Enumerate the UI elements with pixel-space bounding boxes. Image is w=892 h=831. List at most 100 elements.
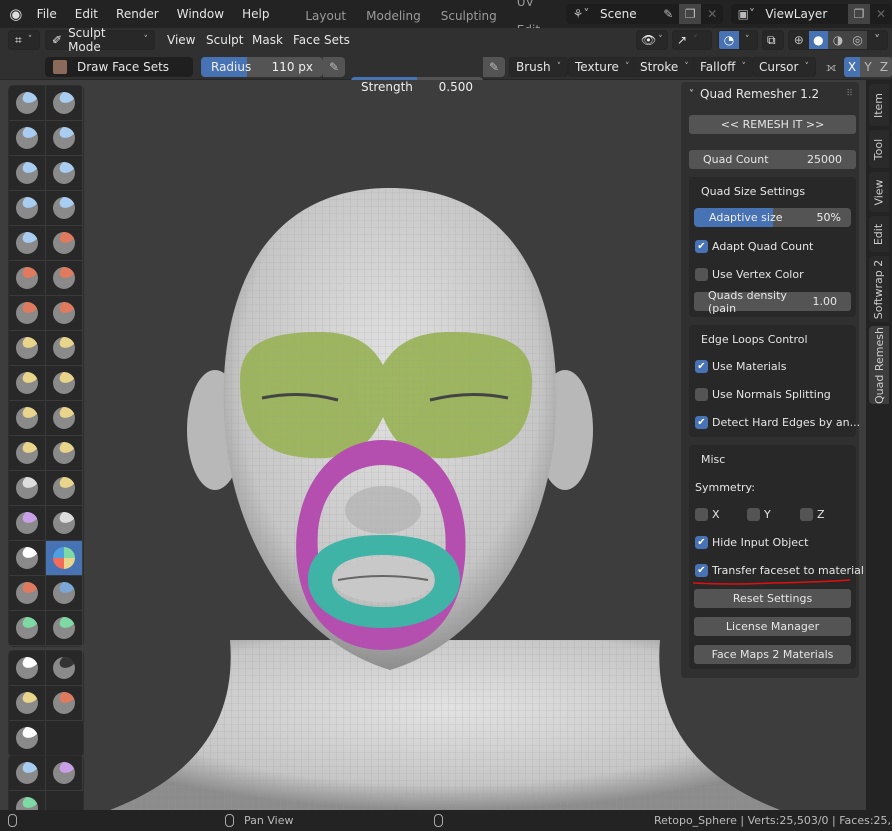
wireframe-shading-icon[interactable]: ⊕ xyxy=(789,31,809,49)
remesh-it-button[interactable]: << REMESH IT >> xyxy=(689,115,856,134)
transfer-faceset-checkbox[interactable]: ✔ Transfer faceset to material xyxy=(695,564,864,577)
scene-icon[interactable]: ⚘˅ xyxy=(566,4,596,24)
tool-layer[interactable] xyxy=(46,156,83,191)
3d-viewport[interactable]: ˅ Quad Remesher 1.2 ⠿ << REMESH IT >> Qu… xyxy=(0,80,892,810)
tool-flatten[interactable] xyxy=(9,261,46,296)
editor-type-button[interactable]: ⌗ ˅ xyxy=(8,30,40,50)
view-layer-name[interactable]: ViewLayer xyxy=(761,7,848,21)
tool-fill[interactable] xyxy=(46,261,83,296)
workspace-tab-sculpting[interactable]: Sculpting xyxy=(431,2,507,30)
tool-blob[interactable] xyxy=(46,191,83,226)
checkbox-checked-icon[interactable]: ✔ xyxy=(695,360,708,373)
menu-face-sets[interactable]: Face Sets xyxy=(284,26,359,54)
tool-box-mask[interactable] xyxy=(9,651,46,686)
solid-shading-icon[interactable]: ● xyxy=(808,31,829,49)
tool-clay[interactable] xyxy=(9,121,46,156)
scene-name[interactable]: Scene xyxy=(596,7,657,21)
checkbox-checked-icon[interactable]: ✔ xyxy=(695,416,708,429)
symmetry-x-checkbox[interactable]: X xyxy=(695,508,720,521)
texture-dropdown[interactable]: Texture ˅ xyxy=(568,57,637,77)
cursor-dropdown[interactable]: Cursor ˅ xyxy=(752,57,816,77)
mode-selector[interactable]: ✐ Sculpt Mode ˅ xyxy=(45,26,155,54)
strength-pressure-icon[interactable]: ✎ xyxy=(483,57,505,77)
tool-mask[interactable] xyxy=(9,541,46,576)
hide-input-object-checkbox[interactable]: ✔ Hide Input Object xyxy=(695,536,808,549)
tool-elastic-deform[interactable] xyxy=(9,366,46,401)
adaptive-size-slider[interactable]: Adaptive size 50% xyxy=(694,208,851,227)
tool-cloth-filter[interactable] xyxy=(46,756,83,791)
shading-options-icon[interactable]: ˅ xyxy=(867,31,887,49)
tool-mesh-filter[interactable] xyxy=(9,756,46,791)
collapse-chevron-icon[interactable]: ˅ xyxy=(689,89,694,100)
axis-y-toggle[interactable]: Y xyxy=(860,57,876,77)
tool-draw[interactable] xyxy=(9,86,46,121)
gizmo-button[interactable]: ↗ ˅ xyxy=(672,30,712,50)
menu-edit[interactable]: Edit xyxy=(66,0,107,28)
radius-pressure-icon[interactable]: ✎ xyxy=(323,57,345,77)
tool-pose[interactable] xyxy=(46,401,83,436)
tool-lasso-mask[interactable] xyxy=(46,651,83,686)
new-scene-icon[interactable]: ❐ xyxy=(679,4,702,24)
view-layer-selector[interactable]: ▣˅ ViewLayer ❐ ✕ xyxy=(731,4,892,24)
use-materials-checkbox[interactable]: ✔ Use Materials xyxy=(695,360,786,373)
symmetry-z-checkbox[interactable]: Z xyxy=(800,508,825,521)
tool-slide-relax[interactable] xyxy=(9,471,46,506)
use-normals-splitting-checkbox[interactable]: Use Normals Splitting xyxy=(695,388,831,401)
tool-clay-strips[interactable] xyxy=(46,121,83,156)
rendered-shading-icon[interactable]: ◎ xyxy=(847,31,868,49)
close-scene-icon[interactable]: ✕ xyxy=(701,4,723,24)
radius-slider[interactable]: Radius 110 px xyxy=(201,57,323,77)
pin-icon[interactable]: ✎ xyxy=(657,4,679,24)
panel-header[interactable]: ˅ Quad Remesher 1.2 ⠿ xyxy=(681,82,859,106)
tool-draw-face-sets[interactable] xyxy=(46,541,83,576)
tool-box-trim[interactable] xyxy=(46,686,83,721)
tool-multires-displacement-smear[interactable] xyxy=(46,576,83,611)
tool-box-face-set[interactable] xyxy=(9,686,46,721)
tool-cloth[interactable] xyxy=(9,506,46,541)
tool-simplify[interactable] xyxy=(46,506,83,541)
tool-thumb[interactable] xyxy=(9,401,46,436)
checkbox-checked-icon[interactable]: ✔ xyxy=(695,564,708,577)
sidebar-tab-edit[interactable]: Edit xyxy=(869,216,889,252)
tool-crease[interactable] xyxy=(9,226,46,261)
xray-button[interactable]: ⧉ xyxy=(762,30,784,50)
tool-nudge[interactable] xyxy=(9,436,46,471)
overlay-button[interactable]: ◔ ˅ xyxy=(718,30,758,50)
material-shading-icon[interactable]: ◑ xyxy=(828,31,848,49)
menu-window[interactable]: Window xyxy=(168,0,233,28)
drag-handle-icon[interactable]: ⠿ xyxy=(846,89,853,99)
license-manager-button[interactable]: License Manager xyxy=(694,617,851,636)
workspace-tab-modeling[interactable]: Modeling xyxy=(356,2,431,30)
axis-x-toggle[interactable]: X xyxy=(844,57,860,77)
quads-density-field[interactable]: Quads density (pain 1.00 xyxy=(694,289,851,315)
tool-inflate[interactable] xyxy=(9,191,46,226)
checkbox-unchecked-icon[interactable] xyxy=(695,508,708,521)
tool-smooth[interactable] xyxy=(46,226,83,261)
tool-rotate[interactable] xyxy=(46,436,83,471)
view-layer-icon[interactable]: ▣˅ xyxy=(731,4,761,24)
overlay-icon[interactable]: ◔ xyxy=(719,31,739,49)
brush-dropdown[interactable]: Brush ˅ xyxy=(509,57,569,77)
visibility-button[interactable]: 👁 ˅ xyxy=(636,30,668,50)
falloff-dropdown[interactable]: Falloff ˅ xyxy=(693,57,753,77)
detect-hard-edges-checkbox[interactable]: ✔ Detect Hard Edges by an... xyxy=(695,416,860,429)
tool-pinch[interactable] xyxy=(9,331,46,366)
checkbox-unchecked-icon[interactable] xyxy=(747,508,760,521)
tool-draw-sharp[interactable] xyxy=(46,86,83,121)
brush-selector[interactable]: Draw Face Sets xyxy=(45,57,193,77)
tool-multiplane-scrape[interactable] xyxy=(46,296,83,331)
face-maps-2-materials-button[interactable]: Face Maps 2 Materials xyxy=(694,645,851,664)
tool-boundary[interactable] xyxy=(46,471,83,506)
checkbox-checked-icon[interactable]: ✔ xyxy=(695,240,708,253)
sidebar-tab-item[interactable]: Item xyxy=(869,84,889,126)
new-view-layer-icon[interactable]: ❐ xyxy=(847,4,870,24)
quad-count-field[interactable]: Quad Count 25000 xyxy=(689,150,856,169)
scene-selector[interactable]: ⚘˅ Scene ✎ ❐ ✕ xyxy=(566,4,724,24)
tool-line-project[interactable] xyxy=(9,721,46,756)
symmetry-y-checkbox[interactable]: Y xyxy=(747,508,771,521)
adapt-quad-count-checkbox[interactable]: ✔ Adapt Quad Count xyxy=(695,240,813,253)
checkbox-checked-icon[interactable]: ✔ xyxy=(695,536,708,549)
menu-file[interactable]: File xyxy=(28,0,66,28)
axis-z-toggle[interactable]: Z xyxy=(876,57,892,77)
use-vertex-color-checkbox[interactable]: Use Vertex Color xyxy=(695,268,804,281)
